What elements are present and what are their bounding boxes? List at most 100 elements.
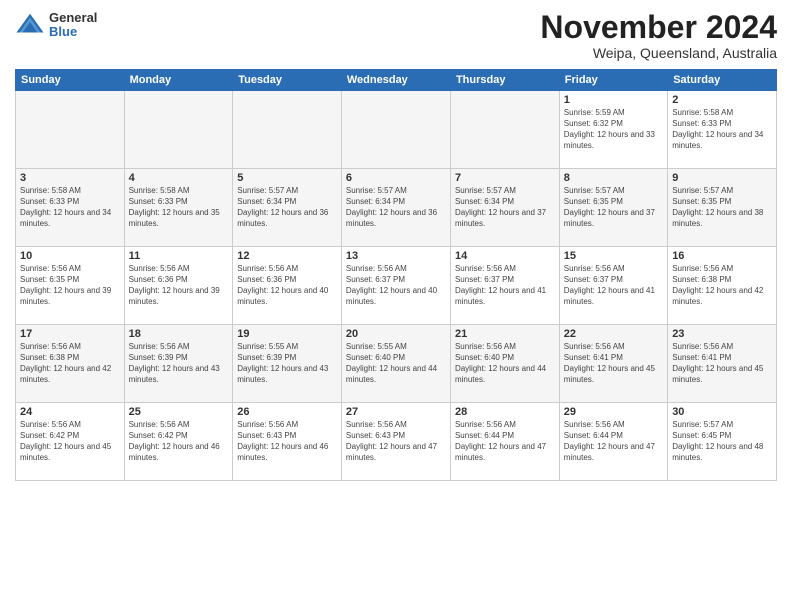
calendar-cell: 5 Sunrise: 5:57 AMSunset: 6:34 PMDaylight… [233,169,342,247]
day-number: 5 [237,172,337,184]
calendar-cell: 21Sunrise: 5:56 AMSunset: 6:40 PMDayligh… [450,325,559,403]
day-info: Sunrise: 5:56 AMSunset: 6:43 PMDaylight:… [346,420,446,463]
title-block: November 2024 Weipa, Queensland, Austral… [540,10,777,61]
logo: General Blue [15,10,97,40]
day-number: 22 [564,328,663,340]
day-number: 14 [455,250,555,262]
calendar-cell: 19 Sunrise: 5:55 AMSunset: 6:39 PMDayligh… [233,325,342,403]
day-info: Sunrise: 5:56 AMSunset: 6:38 PMDaylight:… [672,264,772,307]
calendar-cell: 14 Sunrise: 5:56 AMSunset: 6:37 PMDayligh… [450,247,559,325]
calendar-cell: 22 Sunrise: 5:56 AMSunset: 6:41 PMDayligh… [559,325,667,403]
day-number: 1 [564,94,663,106]
logo-text: General Blue [49,11,97,40]
day-info: Sunrise: 5:56 AMSunset: 6:44 PMDaylight:… [564,420,663,463]
calendar-week-row: 1 Sunrise: 5:59 AMSunset: 6:32 PMDaylight… [16,91,777,169]
day-info: Sunrise: 5:56 AMSunset: 6:37 PMDaylight:… [455,264,555,307]
day-number: 4 [129,172,229,184]
calendar-cell: 16Sunrise: 5:56 AMSunset: 6:38 PMDayligh… [668,247,777,325]
day-info: Sunrise: 5:56 AMSunset: 6:36 PMDaylight:… [237,264,337,307]
calendar-cell [341,91,450,169]
day-info: Sunrise: 5:57 AMSunset: 6:45 PMDaylight:… [672,420,772,463]
calendar-cell: 27 Sunrise: 5:56 AMSunset: 6:43 PMDayligh… [341,403,450,481]
day-number: 30 [672,406,772,418]
calendar-cell: 20 Sunrise: 5:55 AMSunset: 6:40 PMDayligh… [341,325,450,403]
day-number: 2 [672,94,772,106]
day-info: Sunrise: 5:56 AMSunset: 6:35 PMDaylight:… [20,264,120,307]
calendar-cell: 18 Sunrise: 5:56 AMSunset: 6:39 PMDayligh… [124,325,233,403]
day-info: Sunrise: 5:56 AMSunset: 6:41 PMDaylight:… [564,342,663,385]
calendar-week-row: 3 Sunrise: 5:58 AMSunset: 6:33 PMDaylight… [16,169,777,247]
day-number: 27 [346,406,446,418]
day-info: Sunrise: 5:56 AMSunset: 6:36 PMDaylight:… [129,264,229,307]
day-number: 19 [237,328,337,340]
page: General Blue November 2024 Weipa, Queens… [0,0,792,612]
day-number: 3 [20,172,120,184]
day-number: 26 [237,406,337,418]
calendar-cell: 25 Sunrise: 5:56 AMSunset: 6:42 PMDayligh… [124,403,233,481]
day-info: Sunrise: 5:57 AMSunset: 6:35 PMDaylight:… [564,186,663,229]
calendar-cell: 26Sunrise: 5:56 AMSunset: 6:43 PMDayligh… [233,403,342,481]
day-number: 28 [455,406,555,418]
day-number: 10 [20,250,120,262]
calendar-cell [233,91,342,169]
day-info: Sunrise: 5:58 AMSunset: 6:33 PMDaylight:… [129,186,229,229]
day-info: Sunrise: 5:57 AMSunset: 6:34 PMDaylight:… [237,186,337,229]
calendar-cell: 23Sunrise: 5:56 AMSunset: 6:41 PMDayligh… [668,325,777,403]
day-info: Sunrise: 5:55 AMSunset: 6:40 PMDaylight:… [346,342,446,385]
calendar-cell [16,91,125,169]
calendar-cell: 24 Sunrise: 5:56 AMSunset: 6:42 PMDayligh… [16,403,125,481]
day-info: Sunrise: 5:57 AMSunset: 6:34 PMDaylight:… [455,186,555,229]
day-number: 6 [346,172,446,184]
day-info: Sunrise: 5:57 AMSunset: 6:35 PMDaylight:… [672,186,772,229]
col-monday: Monday [124,70,233,91]
col-thursday: Thursday [450,70,559,91]
day-number: 24 [20,406,120,418]
col-wednesday: Wednesday [341,70,450,91]
calendar-cell [450,91,559,169]
col-tuesday: Tuesday [233,70,342,91]
day-number: 18 [129,328,229,340]
calendar-cell: 11Sunrise: 5:56 AMSunset: 6:36 PMDayligh… [124,247,233,325]
day-info: Sunrise: 5:58 AMSunset: 6:33 PMDaylight:… [20,186,120,229]
day-number: 20 [346,328,446,340]
day-number: 21 [455,328,555,340]
day-info: Sunrise: 5:56 AMSunset: 6:37 PMDaylight:… [346,264,446,307]
calendar-cell: 7 Sunrise: 5:57 AMSunset: 6:34 PMDaylight… [450,169,559,247]
col-sunday: Sunday [16,70,125,91]
month-title: November 2024 [540,10,777,45]
day-info: Sunrise: 5:59 AMSunset: 6:32 PMDaylight:… [564,108,663,151]
calendar-cell: 30 Sunrise: 5:57 AMSunset: 6:45 PMDayligh… [668,403,777,481]
day-info: Sunrise: 5:56 AMSunset: 6:39 PMDaylight:… [129,342,229,385]
calendar-cell: 29 Sunrise: 5:56 AMSunset: 6:44 PMDayligh… [559,403,667,481]
day-info: Sunrise: 5:56 AMSunset: 6:42 PMDaylight:… [20,420,120,463]
calendar-cell: 4 Sunrise: 5:58 AMSunset: 6:33 PMDaylight… [124,169,233,247]
day-number: 17 [20,328,120,340]
day-number: 7 [455,172,555,184]
calendar-week-row: 17 Sunrise: 5:56 AMSunset: 6:38 PMDayligh… [16,325,777,403]
day-number: 15 [564,250,663,262]
calendar-cell: 9 Sunrise: 5:57 AMSunset: 6:35 PMDaylight… [668,169,777,247]
day-number: 9 [672,172,772,184]
calendar-cell: 8Sunrise: 5:57 AMSunset: 6:35 PMDaylight… [559,169,667,247]
calendar-cell [124,91,233,169]
logo-icon [15,10,45,40]
day-number: 29 [564,406,663,418]
calendar-cell: 17 Sunrise: 5:56 AMSunset: 6:38 PMDayligh… [16,325,125,403]
day-info: Sunrise: 5:56 AMSunset: 6:38 PMDaylight:… [20,342,120,385]
calendar-cell: 10 Sunrise: 5:56 AMSunset: 6:35 PMDayligh… [16,247,125,325]
day-info: Sunrise: 5:56 AMSunset: 6:37 PMDaylight:… [564,264,663,307]
logo-general-text: General [49,11,97,25]
day-number: 25 [129,406,229,418]
day-number: 12 [237,250,337,262]
day-info: Sunrise: 5:57 AMSunset: 6:34 PMDaylight:… [346,186,446,229]
calendar-cell: 1 Sunrise: 5:59 AMSunset: 6:32 PMDaylight… [559,91,667,169]
location: Weipa, Queensland, Australia [540,45,777,61]
col-saturday: Saturday [668,70,777,91]
day-info: Sunrise: 5:58 AMSunset: 6:33 PMDaylight:… [672,108,772,151]
day-info: Sunrise: 5:55 AMSunset: 6:39 PMDaylight:… [237,342,337,385]
calendar-cell: 12 Sunrise: 5:56 AMSunset: 6:36 PMDayligh… [233,247,342,325]
day-info: Sunrise: 5:56 AMSunset: 6:41 PMDaylight:… [672,342,772,385]
calendar-cell: 15 Sunrise: 5:56 AMSunset: 6:37 PMDayligh… [559,247,667,325]
day-info: Sunrise: 5:56 AMSunset: 6:42 PMDaylight:… [129,420,229,463]
day-number: 13 [346,250,446,262]
